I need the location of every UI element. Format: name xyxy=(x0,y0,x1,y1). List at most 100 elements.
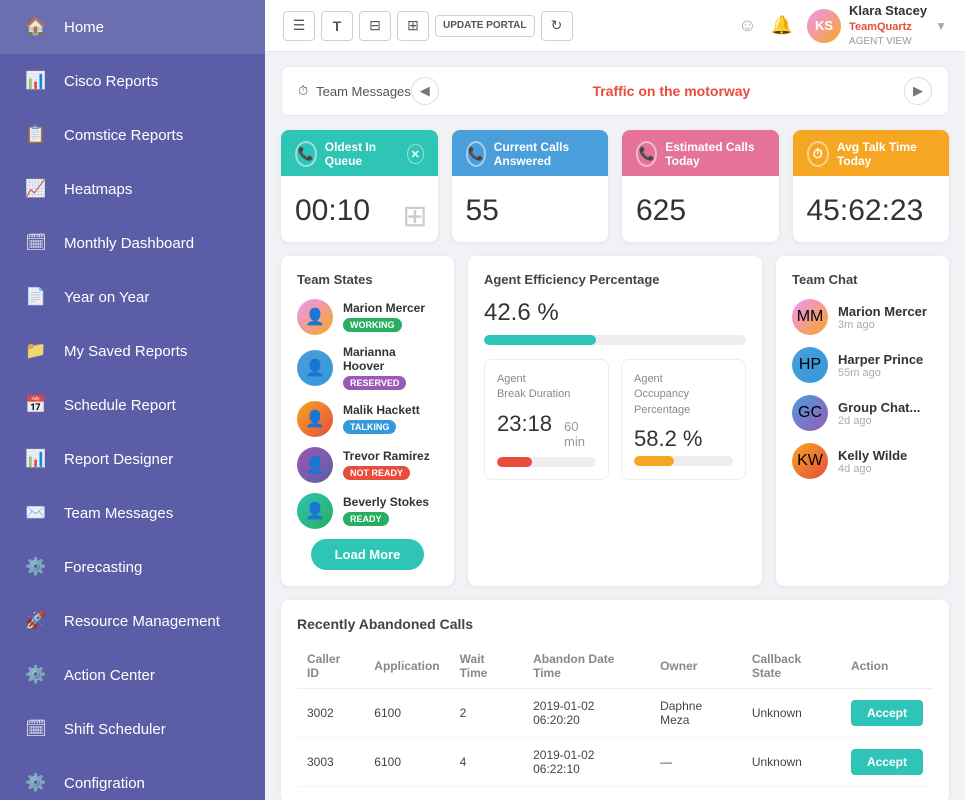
report-designer-icon: 📊 xyxy=(22,445,50,473)
sidebar-item-year-on-year[interactable]: 📄Year on Year xyxy=(0,270,265,324)
chat-avatar: GC xyxy=(792,395,828,431)
refresh-button[interactable]: ↻ xyxy=(541,11,573,41)
topbar-tools: ☰ T ⊟ ⊞ UPDATE PORTAL ↻ xyxy=(283,11,728,41)
sidebar-item-monthly-dashboard[interactable]: 🗓 Monthly Dashboard xyxy=(0,216,265,270)
stat-card-body-oldest-in-queue: 00:10 ⊞ xyxy=(281,176,438,242)
chat-list: MM Marion Mercer 3m ago HP Harper Prince… xyxy=(792,299,933,479)
stat-card-avg-talk-time: ⏱ Avg Talk Time Today 45:62:23 xyxy=(793,130,950,242)
chat-avatar: KW xyxy=(792,443,828,479)
update-portal-button[interactable]: UPDATE PORTAL xyxy=(435,15,535,37)
action-cell: Accept xyxy=(841,738,933,787)
stat-card-header-oldest-in-queue: 📞 Oldest In Queue ✕ xyxy=(281,130,438,176)
user-role: AGENT VIEW xyxy=(849,35,927,48)
stat-card-icon-current-calls-answered: 📞 xyxy=(466,141,486,167)
agent-occupancy-card: AgentOccupancy Percentage 58.2 % xyxy=(621,359,746,480)
sidebar-item-cisco-reports[interactable]: 📊Cisco Reports xyxy=(0,54,265,108)
team-messages-icon: ✉️ xyxy=(22,499,50,527)
topbar-right: ☺ 🔔 KS Klara Stacey TeamQuartz AGENT VIE… xyxy=(738,3,947,47)
load-more-button[interactable]: Load More xyxy=(311,539,425,570)
agent-status-badge: RESERVED xyxy=(343,376,406,390)
stat-card-icon-avg-talk-time: ⏱ xyxy=(807,141,829,167)
chat-time: 55m ago xyxy=(838,367,923,379)
team-states-title: Team States xyxy=(297,272,438,287)
agent-status-badge: TALKING xyxy=(343,420,396,434)
shift-scheduler-icon: 🗓 xyxy=(22,715,50,743)
agent-name: Beverly Stokes xyxy=(343,495,438,509)
clock-icon: ⏱ xyxy=(298,83,308,99)
agent-avatar: 👤 xyxy=(297,493,333,529)
table-body: 3002610022019-01-02 06:20:20Daphne MezaU… xyxy=(297,689,933,787)
bell-icon[interactable]: 🔔 xyxy=(771,15,793,36)
sidebar-item-home[interactable]: 🏠Home xyxy=(0,0,265,54)
chat-name: Group Chat... xyxy=(838,400,920,415)
monthly-dashboard-icon: 🗓 xyxy=(22,229,50,257)
chat-time: 4d ago xyxy=(838,463,907,475)
chat-item[interactable]: KW Kelly Wilde 4d ago xyxy=(792,443,933,479)
sidebar: 🏠Home📊Cisco Reports📋Comstice Reports📈Hea… xyxy=(0,0,265,800)
minimize-button[interactable]: ⊟ xyxy=(359,11,391,41)
owner-cell: Daphne Meza xyxy=(650,689,742,738)
sidebar-item-shift-scheduler[interactable]: 🗓Shift Scheduler xyxy=(0,702,265,756)
my-saved-reports-icon: 📁 xyxy=(22,337,50,365)
sidebar-label-year-on-year: Year on Year xyxy=(64,289,149,306)
agent-occupancy-value: 58.2 % xyxy=(634,426,733,452)
abandon-date-cell: 2019-01-02 06:22:10 xyxy=(523,738,650,787)
hamburger-button[interactable]: ☰ xyxy=(283,11,315,41)
accept-button[interactable]: Accept xyxy=(851,749,923,775)
chat-name: Kelly Wilde xyxy=(838,448,907,463)
team-messages-text: Team Messages xyxy=(316,84,411,99)
chat-time: 2d ago xyxy=(838,415,920,427)
efficiency-section: 42.6 % xyxy=(484,299,746,345)
stat-card-header-avg-talk-time: ⏱ Avg Talk Time Today xyxy=(793,130,950,176)
sidebar-item-action-center[interactable]: ⚙️Action Center xyxy=(0,648,265,702)
table-column-header: Wait Time xyxy=(450,644,523,689)
stat-card-body-estimated-calls-today: 625 xyxy=(622,176,779,242)
user-name: Klara Stacey xyxy=(849,3,927,20)
agent-break-card: AgentBreak Duration 23:18 60 min xyxy=(484,359,609,480)
sidebar-label-home: Home xyxy=(64,19,104,36)
chat-item[interactable]: HP Harper Prince 55m ago xyxy=(792,347,933,383)
sidebar-item-report-designer[interactable]: 📊Report Designer xyxy=(0,432,265,486)
sidebar-label-forecasting: Forecasting xyxy=(64,559,142,576)
sidebar-item-heatmaps[interactable]: 📈Heatmaps xyxy=(0,162,265,216)
maximize-button[interactable]: ⊞ xyxy=(397,11,429,41)
cisco-reports-icon: 📊 xyxy=(22,67,50,95)
accept-button[interactable]: Accept xyxy=(851,700,923,726)
sidebar-item-schedule-report[interactable]: 📅 Schedule Report xyxy=(0,378,265,432)
sidebar-item-comstice-reports[interactable]: 📋Comstice Reports xyxy=(0,108,265,162)
agent-avatar: 👤 xyxy=(297,447,333,483)
agent-row: 👤 Malik Hackett TALKING xyxy=(297,401,438,437)
caller-id-cell: 3002 xyxy=(297,689,364,738)
sidebar-item-configuration[interactable]: ⚙️Configration xyxy=(0,756,265,800)
next-message-button[interactable]: ▶ xyxy=(904,77,932,105)
agent-avatar: 👤 xyxy=(297,401,333,437)
stat-card-value-estimated-calls-today: 625 xyxy=(636,194,686,227)
forecasting-icon: ⚙️ xyxy=(22,553,50,581)
owner-cell: — xyxy=(650,738,742,787)
sidebar-label-schedule-report: Schedule Report xyxy=(64,397,176,414)
table-column-header: Application xyxy=(364,644,449,689)
close-card-button[interactable]: ✕ xyxy=(407,144,424,164)
stat-card-body-current-calls-answered: 55 xyxy=(452,176,609,242)
chat-item[interactable]: MM Marion Mercer 3m ago xyxy=(792,299,933,335)
agent-break-duration: 23:18 xyxy=(497,411,552,437)
sidebar-item-my-saved-reports[interactable]: 📁My Saved Reports xyxy=(0,324,265,378)
stat-card-estimated-calls-today: 📞 Estimated Calls Today 625 xyxy=(622,130,779,242)
text-size-button[interactable]: T xyxy=(321,11,353,41)
user-section[interactable]: KS Klara Stacey TeamQuartz AGENT VIEW ▼ xyxy=(807,3,947,47)
smile-icon[interactable]: ☺ xyxy=(738,15,756,36)
callback-state-cell: Unknown xyxy=(742,738,841,787)
abandoned-calls-title: Recently Abandoned Calls xyxy=(297,616,933,632)
sidebar-item-resource-management[interactable]: 🚀Resource Management xyxy=(0,594,265,648)
prev-message-button[interactable]: ◀ xyxy=(411,77,439,105)
chat-item[interactable]: GC Group Chat... 2d ago xyxy=(792,395,933,431)
sidebar-label-monthly-dashboard: Monthly Dashboard xyxy=(64,235,194,252)
stat-card-value-oldest-in-queue: 00:10 xyxy=(295,194,370,227)
content-area: ⏱ Team Messages ◀ Traffic on the motorwa… xyxy=(265,52,965,800)
agent-break-unit: 60 min xyxy=(564,419,596,449)
schedule-report-icon: 📅 xyxy=(22,391,50,419)
user-team: TeamQuartz xyxy=(849,20,927,34)
sidebar-item-forecasting[interactable]: ⚙️ Forecasting xyxy=(0,540,265,594)
sidebar-item-team-messages[interactable]: ✉️Team Messages xyxy=(0,486,265,540)
stat-card-value-current-calls-answered: 55 xyxy=(466,194,499,227)
